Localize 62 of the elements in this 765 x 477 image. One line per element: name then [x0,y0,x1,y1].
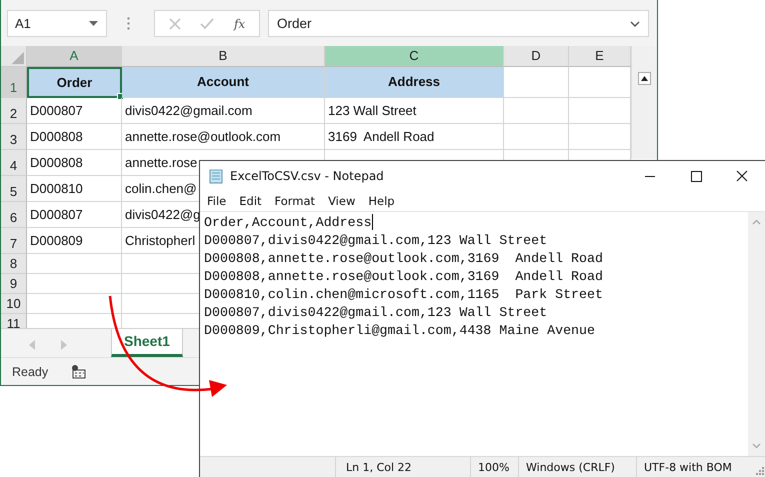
table-cell [504,66,569,98]
column-header[interactable]: C [325,46,504,67]
row-header[interactable]: 2 [1,98,27,124]
check-icon[interactable] [200,18,214,30]
dropdown-icon[interactable] [89,21,98,26]
table-cell: D000809 [27,228,122,254]
table-cell: D000808 [27,124,122,150]
table-cell: annette.rose@outlook.com [122,124,325,150]
table-cell: D000807 [27,202,122,228]
row-header[interactable]: 10 [1,294,27,314]
menu-item[interactable]: Help [368,194,395,208]
row-header[interactable]: 9 [1,274,27,294]
status-text: UTF-8 with BOM [643,460,733,476]
table-cell: 3169 Andell Road [325,124,504,150]
text-line: D000808,annette.rose@outlook.com,3169 Andell Road [204,268,603,284]
down-chevron-icon[interactable] [752,443,761,449]
row-header[interactable]: 5 [1,176,27,202]
table-cell: D000810 [27,176,122,202]
table-cell: Order [27,66,122,98]
menu-item[interactable]: View [328,194,356,208]
grip-icon [127,17,130,30]
select-all-icon[interactable] [1,46,27,67]
row-header[interactable]: 3 [1,124,27,150]
name-box[interactable]: A1 [7,10,107,38]
table-cell: Account [122,66,325,98]
notepad-icon [208,168,224,184]
table-cell [504,98,569,124]
status-text: Ln 1, Col 22 [336,457,471,477]
table-cell: D000807 [27,98,122,124]
table-cell: 123 Wall Street [325,98,504,124]
table-cell: Address [325,66,504,98]
column-header[interactable]: D [504,46,569,67]
column-header[interactable]: B [122,46,325,67]
table-cell: D000808 [27,150,122,176]
status-text: 100% [471,457,519,477]
text-line: D000807,divis0422@gmail.com,123 Wall Street [204,304,548,320]
row-header[interactable]: 4 [1,150,27,176]
column-header[interactable]: A [27,46,122,67]
row-header[interactable]: 11 [1,314,27,328]
row-header[interactable]: 1 [1,66,27,98]
macro-icon[interactable] [72,364,86,379]
resize-grip-icon [754,465,764,475]
status-text: Ready [12,364,48,379]
left-arrow-icon[interactable] [29,340,35,350]
scrollbar[interactable] [748,212,765,456]
row-header[interactable]: 8 [1,254,27,274]
row-header[interactable]: 7 [1,228,27,254]
cancel-icon[interactable] [168,18,181,30]
text-line: D000810,colin.chen@microsoft.com,1165 Park Street [204,286,603,302]
row-header[interactable]: 6 [1,202,27,228]
column-header[interactable]: E [569,46,631,67]
right-arrow-icon[interactable] [61,340,67,350]
table-cell: divis0422@gmail.com [122,98,325,124]
insert-function-button[interactable]: fx [234,16,246,31]
chevron-icon[interactable] [630,20,640,27]
formula-field[interactable]: Order [268,10,649,38]
sheet-tab[interactable]: Sheet1 [111,329,183,358]
cell-reference: A1 [15,16,31,32]
scrollbar[interactable] [631,46,657,159]
status-text: Windows (CRLF) [519,457,637,477]
up-chevron-icon[interactable] [752,219,761,225]
text-line: D000809,Christopherli@gmail.com,4438 Maine Avenue [204,322,595,338]
